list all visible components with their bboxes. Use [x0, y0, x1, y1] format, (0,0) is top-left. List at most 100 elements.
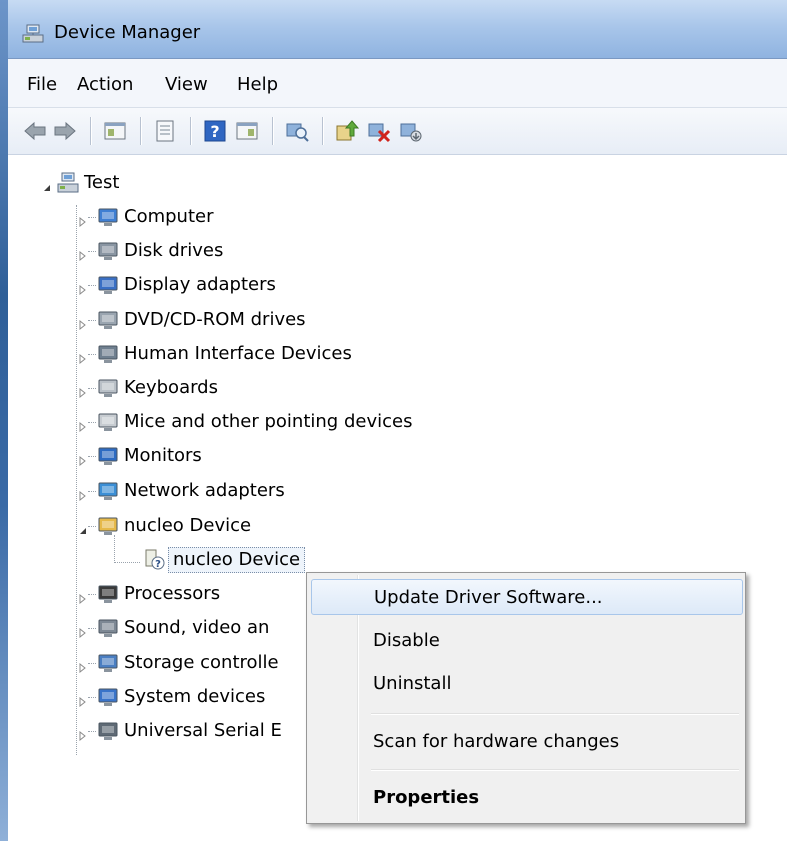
- device-manager-icon: [22, 24, 44, 44]
- expand-icon[interactable]: [78, 451, 88, 467]
- menu-help[interactable]: Help: [234, 74, 281, 95]
- tree-item-system-devices[interactable]: System devices: [124, 686, 265, 707]
- system-devices-icon: [96, 686, 120, 708]
- view-icon[interactable]: [234, 118, 260, 144]
- tree-item-human-interface-devices[interactable]: Human Interface Devices: [124, 343, 352, 364]
- tree-line: [88, 697, 96, 699]
- menu-file[interactable]: File: [24, 74, 60, 95]
- tree-line: [114, 562, 140, 564]
- menu-view[interactable]: View: [162, 74, 211, 95]
- expand-icon[interactable]: [78, 486, 88, 502]
- expand-icon[interactable]: [78, 212, 88, 228]
- collapse-root-icon[interactable]: [42, 178, 52, 191]
- tree-line: [88, 456, 96, 458]
- context-menu: Update Driver Software... Disable Uninst…: [306, 572, 746, 824]
- tree-line: [88, 594, 96, 596]
- menu-action[interactable]: Action: [74, 74, 136, 95]
- device-manager-window: Device Manager File Action View Help ? T…: [0, 0, 787, 841]
- svg-text:?: ?: [155, 559, 161, 570]
- collapse-icon[interactable]: [78, 521, 88, 534]
- tree-line: [88, 663, 96, 665]
- selected-device-label[interactable]: nucleo Device: [168, 547, 306, 573]
- sound-icon: [96, 617, 120, 639]
- expand-icon[interactable]: [78, 280, 88, 296]
- usb-icon: [96, 720, 120, 742]
- mouse-icon: [96, 411, 120, 433]
- tree-root-label[interactable]: Test: [84, 172, 119, 193]
- tree-line: [114, 535, 116, 563]
- tree-item-dvd-cd-rom-drives[interactable]: DVD/CD-ROM drives: [124, 309, 306, 330]
- expand-icon[interactable]: [78, 315, 88, 331]
- tree-item-processors[interactable]: Processors: [124, 583, 220, 604]
- show-hide-tree-icon[interactable]: [102, 118, 128, 144]
- window-frame-left: [0, 0, 8, 841]
- toolbar-separator: [272, 117, 273, 145]
- tree-item-computer[interactable]: Computer: [124, 206, 213, 227]
- tree-item-storage-controllers[interactable]: Storage controlle: [124, 652, 279, 673]
- menu-bar: File Action View Help: [8, 59, 787, 108]
- tree-item-disk-drives[interactable]: Disk drives: [124, 240, 223, 261]
- update-driver-icon[interactable]: [334, 118, 360, 144]
- menu-item-properties-label: Properties: [373, 787, 480, 808]
- nucleo-device-icon: [96, 515, 120, 537]
- tree-line: [88, 285, 96, 287]
- expand-icon[interactable]: [78, 246, 88, 262]
- toolbar: ?: [8, 108, 787, 155]
- tree-item-display-adapters[interactable]: Display adapters: [124, 274, 276, 295]
- toolbar-separator: [322, 117, 323, 145]
- back-icon[interactable]: [22, 118, 48, 144]
- tree-line: [88, 628, 96, 630]
- menu-item-scan-hardware[interactable]: Scan for hardware changes: [311, 724, 741, 758]
- menu-item-uninstall[interactable]: Uninstall: [311, 666, 741, 700]
- menu-item-uninstall-label: Uninstall: [373, 673, 452, 694]
- monitor-icon: [96, 445, 120, 467]
- toolbar-separator: [190, 117, 191, 145]
- properties-icon[interactable]: [152, 118, 178, 144]
- expand-icon[interactable]: [78, 658, 88, 674]
- tree-item-nucleo-device[interactable]: nucleo Device: [124, 515, 251, 536]
- expand-icon[interactable]: [78, 383, 88, 399]
- tree-item-mice[interactable]: Mice and other pointing devices: [124, 411, 412, 432]
- tree-item-usb-controllers[interactable]: Universal Serial E: [124, 720, 282, 741]
- computer-root-icon: [56, 172, 80, 194]
- menu-separator: [371, 713, 739, 714]
- disable-icon[interactable]: [398, 118, 424, 144]
- tree-item-network-adapters[interactable]: Network adapters: [124, 480, 285, 501]
- help-icon[interactable]: ?: [202, 118, 228, 144]
- menu-item-update-driver[interactable]: Update Driver Software...: [311, 579, 743, 615]
- network-adapter-icon: [96, 480, 120, 502]
- unknown-device-icon: ?: [142, 548, 166, 570]
- tree-line: [88, 731, 96, 733]
- expand-icon[interactable]: [78, 692, 88, 708]
- expand-icon[interactable]: [78, 417, 88, 433]
- tree-item-monitors[interactable]: Monitors: [124, 445, 202, 466]
- storage-controller-icon: [96, 652, 120, 674]
- forward-icon[interactable]: [52, 118, 78, 144]
- tree-line: [88, 388, 96, 390]
- keyboard-icon: [96, 377, 120, 399]
- menu-item-properties[interactable]: Properties: [311, 780, 741, 814]
- hid-icon: [96, 343, 120, 365]
- toolbar-separator: [90, 117, 91, 145]
- tree-line: [88, 422, 96, 424]
- dvd-drive-icon: [96, 309, 120, 331]
- tree-item-sound-video[interactable]: Sound, video an: [124, 617, 269, 638]
- scan-hardware-icon[interactable]: [284, 118, 310, 144]
- computer-icon: [96, 206, 120, 228]
- menu-item-update-driver-label: Update Driver Software...: [374, 587, 603, 608]
- title-bar[interactable]: Device Manager: [8, 0, 787, 59]
- tree-line: [88, 251, 96, 253]
- display-adapter-icon: [96, 274, 120, 296]
- expand-icon[interactable]: [78, 589, 88, 605]
- tree-line: [88, 526, 96, 528]
- window-title: Device Manager: [54, 22, 201, 43]
- processor-icon: [96, 583, 120, 605]
- tree-line: [88, 354, 96, 356]
- expand-icon[interactable]: [78, 623, 88, 639]
- expand-icon[interactable]: [78, 726, 88, 742]
- tree-item-keyboards[interactable]: Keyboards: [124, 377, 218, 398]
- expand-icon[interactable]: [78, 349, 88, 365]
- uninstall-icon[interactable]: [366, 118, 392, 144]
- menu-item-disable[interactable]: Disable: [311, 623, 741, 657]
- svg-text:?: ?: [210, 122, 219, 141]
